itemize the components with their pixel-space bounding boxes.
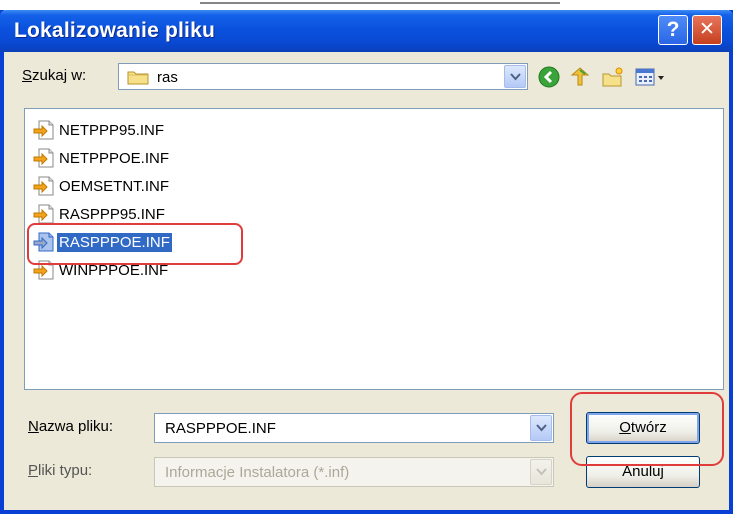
highlight-annotation [570,392,724,466]
close-button[interactable]: ✕ [692,15,722,45]
file-type-combo: Informacje Instalatora (*.inf) [154,457,554,487]
look-in-label: Szukaj w: [22,67,87,84]
back-icon [538,66,560,88]
view-menu-icon [635,68,664,86]
window-title: Lokalizowanie pliku [14,19,216,42]
file-type-label: Pliki typu: [28,462,93,479]
new-folder-icon [602,67,623,87]
highlight-annotation [27,223,243,265]
up-folder-icon [570,67,590,86]
open-file-dialog: Lokalizowanie pliku ? ✕ Szukaj w: ras NE… [0,10,733,514]
file-name-value[interactable]: RASPPPOE.INF [165,420,276,437]
look-in-value: ras [157,69,178,86]
file-name-label: Nazwa pliku: [28,418,114,435]
setup-info-file-icon [33,119,55,141]
setup-info-file-icon [33,203,55,225]
list-item[interactable]: NETPPP95.INF [33,119,166,141]
chevron-down-icon [535,468,547,476]
chevron-down-icon [509,72,521,80]
file-name-dropdown-button[interactable] [530,415,552,441]
view-menu-button[interactable] [633,65,667,89]
file-name-combo[interactable]: RASPPPOE.INF [154,413,554,443]
help-button[interactable]: ? [658,15,688,45]
file-name: RASPPP95.INF [59,205,165,223]
previous-content-strip [0,0,733,10]
file-name: OEMSETNT.INF [59,177,170,195]
file-name: NETPPP95.INF [59,121,165,139]
look-in-dropdown-button[interactable] [504,65,526,88]
file-type-value: Informacje Instalatora (*.inf) [165,464,350,481]
new-folder-button[interactable] [600,65,626,89]
list-item[interactable]: RASPPP95.INF [33,203,167,225]
file-name: NETPPPOE.INF [59,149,170,167]
chevron-down-icon [535,424,547,432]
folder-icon [127,71,149,85]
list-item[interactable]: OEMSETNT.INF [33,175,171,197]
setup-info-file-icon [33,175,55,197]
up-folder-button[interactable] [567,65,593,89]
look-in-combo[interactable]: ras [118,63,528,90]
list-item[interactable]: NETPPPOE.INF [33,147,171,169]
file-type-dropdown-button [530,459,552,485]
back-button[interactable] [536,65,562,89]
file-list[interactable]: NETPPP95.INF NETPPPOE.INF OEMSETNT.INF R… [24,108,724,390]
title-bar[interactable]: Lokalizowanie pliku ? ✕ [0,10,733,52]
setup-info-file-icon [33,147,55,169]
